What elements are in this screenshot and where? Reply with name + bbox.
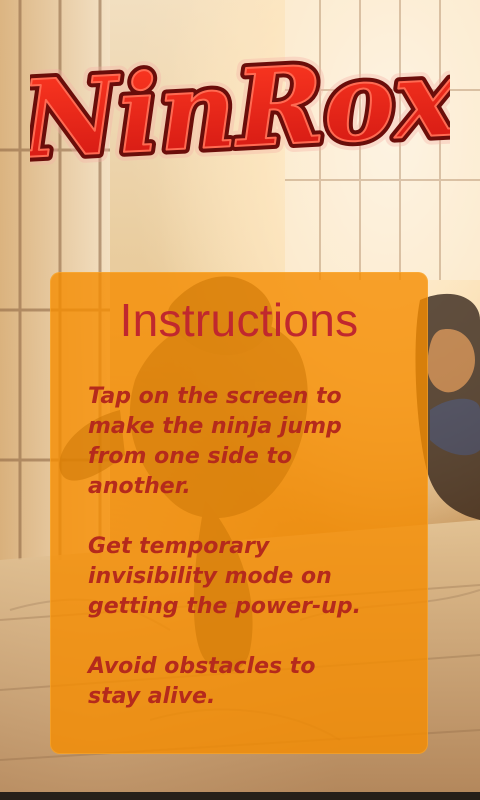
instructions-heading: Instructions xyxy=(119,294,359,346)
instructions-panel: Instructions Tap on the screen to make t… xyxy=(50,272,428,754)
logo-title-fill: NinRox xyxy=(30,34,450,182)
instruction-paragraph-obstacles: Avoid obstacles to stay alive. xyxy=(88,654,316,709)
instructions-body: Tap on the screen to make the ninja jump… xyxy=(88,382,408,742)
instruction-paragraph-jump: Tap on the screen to make the ninja jump… xyxy=(88,384,342,499)
instruction-paragraph-powerup: Get temporary invisibility mode on getti… xyxy=(88,534,361,619)
logo-wordmark: NinRox NinRox NinRox xyxy=(30,26,450,191)
ninrox-logo: NinRox NinRox NinRox xyxy=(30,26,450,206)
